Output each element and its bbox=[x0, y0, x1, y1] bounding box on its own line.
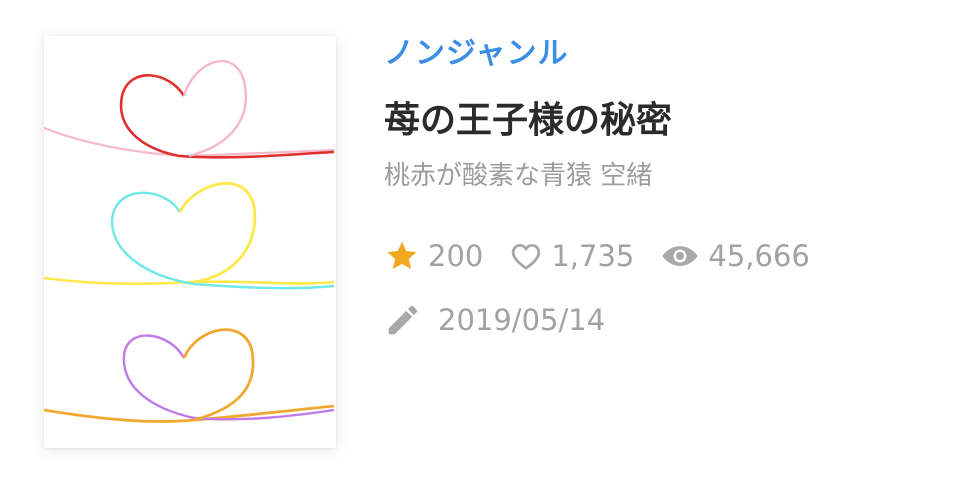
author-name[interactable]: 桃赤が酸素な青猿 空緒 bbox=[384, 158, 944, 194]
star-count: 200 bbox=[384, 238, 483, 274]
stats-row: 200 1,735 45,666 bbox=[384, 234, 944, 278]
genre-link[interactable]: ノンジャンル bbox=[384, 34, 944, 74]
cover-illustration bbox=[44, 60, 335, 423]
star-count-value: 200 bbox=[428, 239, 484, 273]
work-info: ノンジャンル 苺の王子様の秘密 桃赤が酸素な青猿 空緒 200 1,735 45… bbox=[384, 34, 944, 342]
date-value: 2019/05/14 bbox=[438, 303, 606, 337]
view-count-value: 45,666 bbox=[708, 239, 810, 273]
work-card[interactable]: ノンジャンル 苺の王子様の秘密 桃赤が酸素な青猿 空緒 200 1,735 45… bbox=[0, 0, 960, 482]
cover-image[interactable] bbox=[44, 36, 336, 448]
star-icon bbox=[384, 238, 420, 274]
like-count: 1,735 bbox=[509, 239, 634, 273]
work-title[interactable]: 苺の王子様の秘密 bbox=[384, 98, 944, 144]
like-count-value: 1,735 bbox=[551, 239, 635, 273]
eye-icon bbox=[660, 239, 700, 273]
heart-outline-icon bbox=[509, 239, 543, 273]
view-count: 45,666 bbox=[660, 239, 810, 273]
updated-date: 2019/05/14 bbox=[384, 298, 944, 342]
pencil-icon bbox=[384, 301, 422, 339]
